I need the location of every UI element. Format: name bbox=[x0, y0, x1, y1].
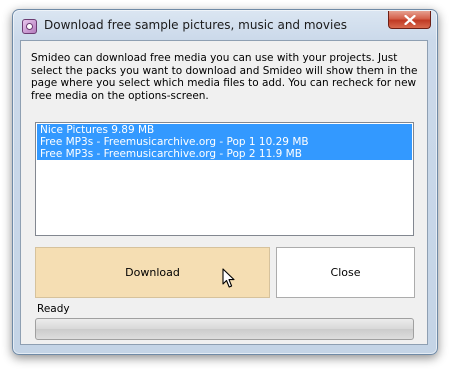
close-icon bbox=[404, 15, 416, 25]
mouse-pointer-icon bbox=[222, 268, 235, 288]
close-button[interactable]: Close bbox=[276, 247, 415, 298]
download-dialog: Download free sample pictures, music and… bbox=[12, 9, 438, 355]
title-bar[interactable]: Download free sample pictures, music and… bbox=[13, 10, 437, 40]
progress-bar bbox=[35, 318, 414, 340]
list-item[interactable]: Free MP3s - Freemusicarchive.org - Pop 2… bbox=[37, 148, 412, 160]
window-close-button[interactable] bbox=[388, 11, 431, 29]
app-icon bbox=[22, 19, 37, 34]
description-text: Smideo can download free media you can u… bbox=[31, 52, 418, 102]
packs-listbox[interactable]: Nice Pictures 9.89 MB Free MP3s - Freemu… bbox=[35, 122, 414, 236]
dialog-body: Smideo can download free media you can u… bbox=[20, 40, 428, 345]
list-item[interactable]: Nice Pictures 9.89 MB bbox=[37, 124, 412, 136]
status-label: Ready bbox=[37, 303, 70, 315]
list-item[interactable]: Free MP3s - Freemusicarchive.org - Pop 1… bbox=[37, 136, 412, 148]
window-title: Download free sample pictures, music and… bbox=[44, 18, 347, 32]
